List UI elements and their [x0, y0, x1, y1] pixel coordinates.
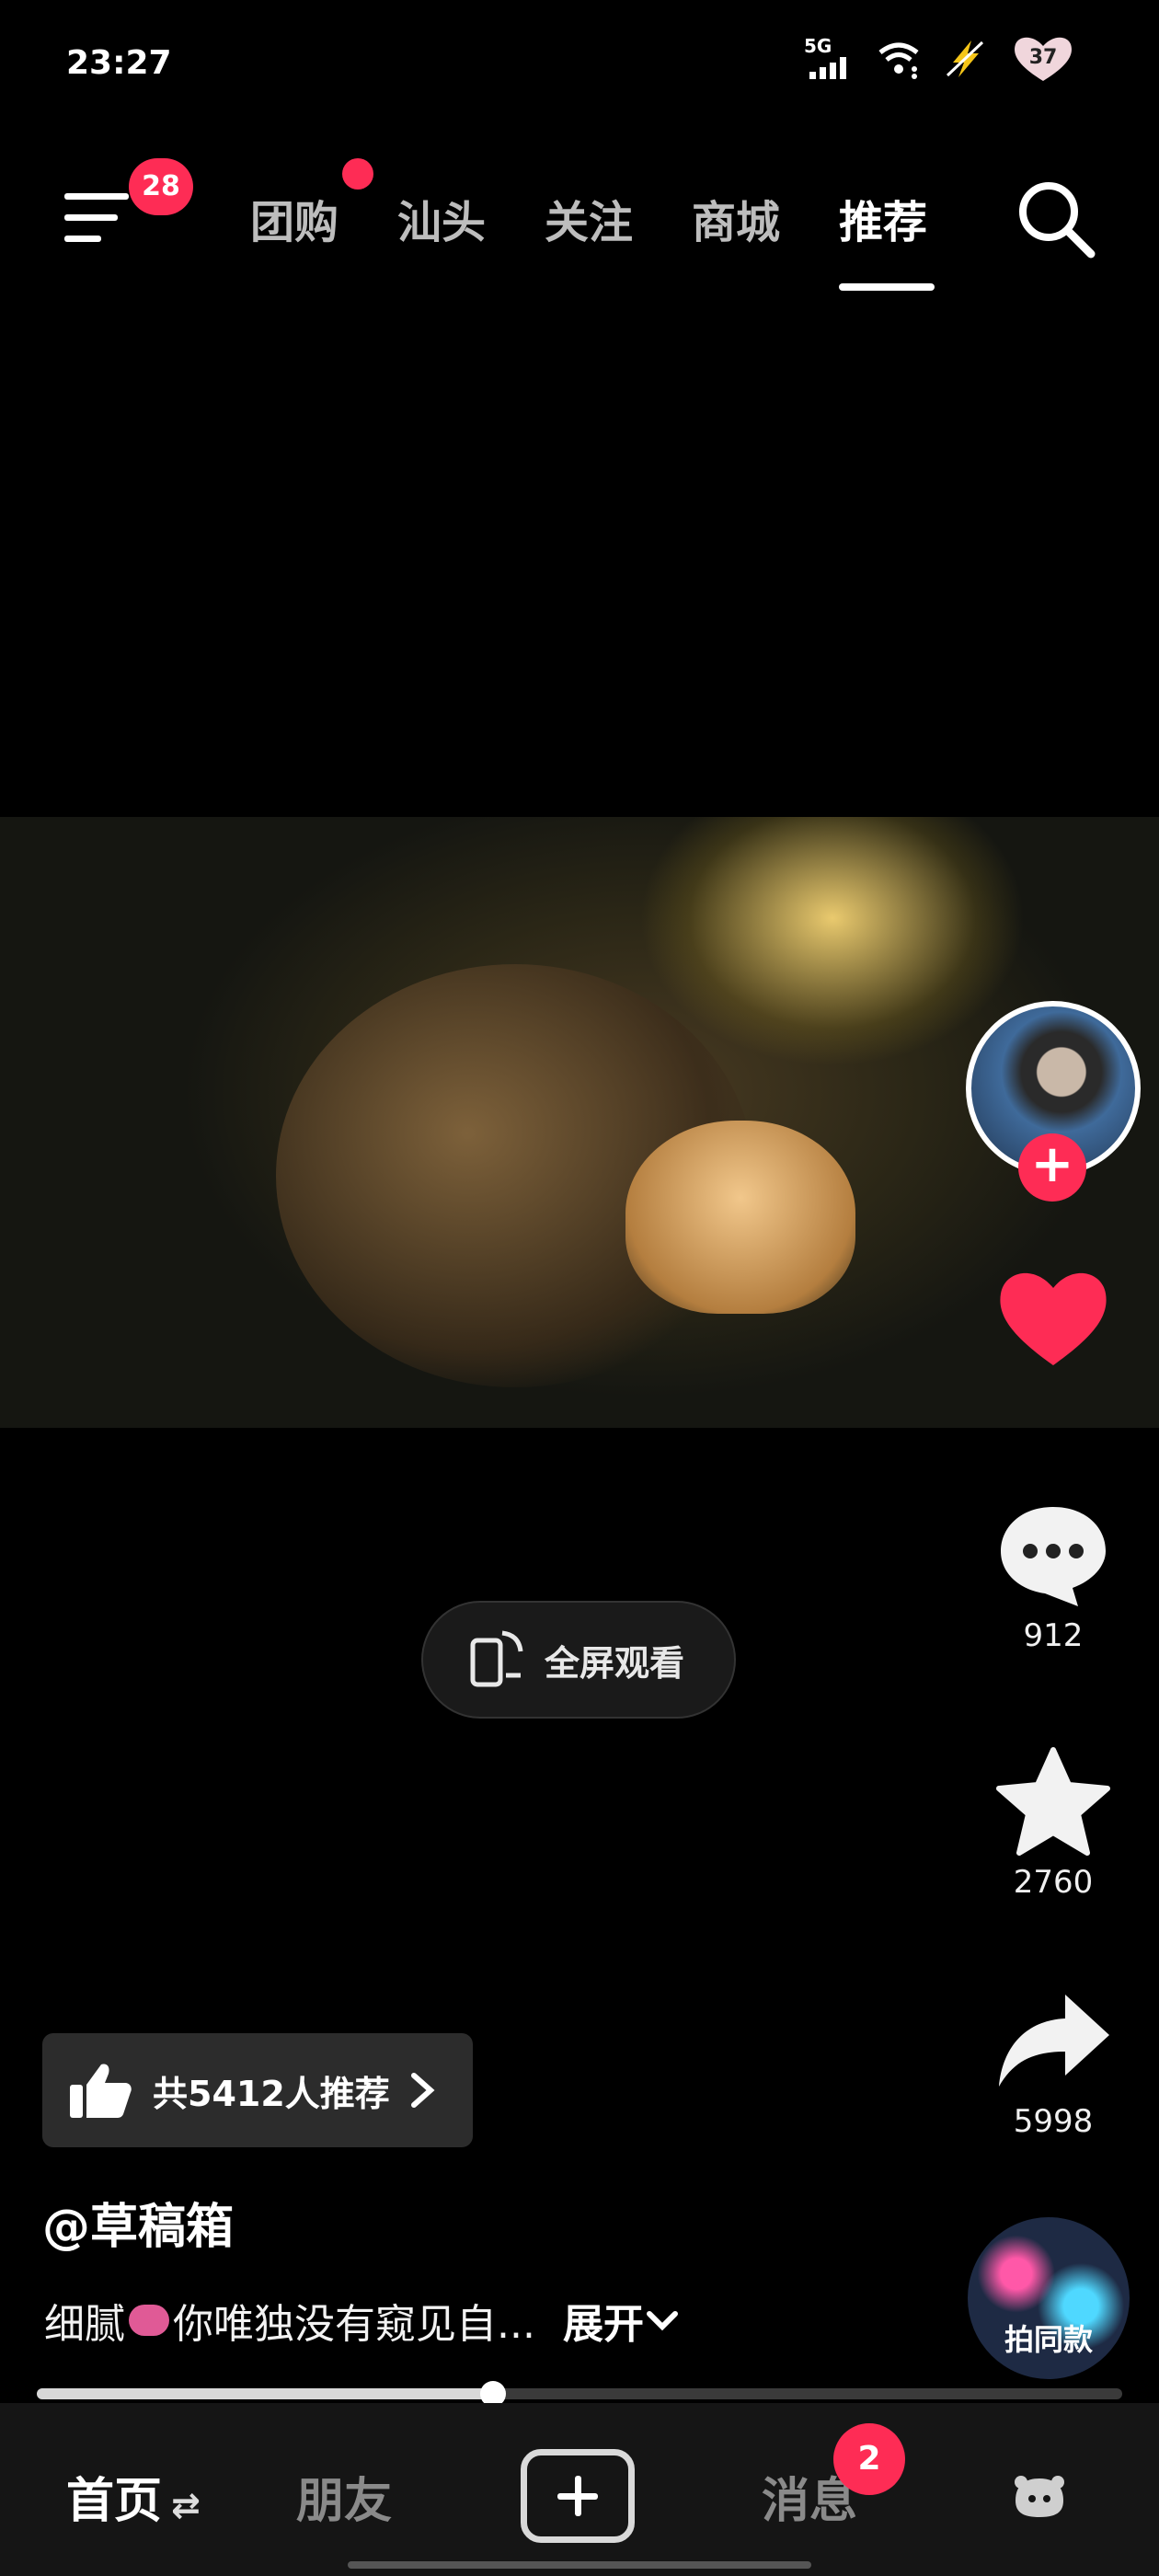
menu-button[interactable] — [63, 186, 136, 250]
recommend-banner[interactable]: 共5412人推荐 — [42, 2033, 473, 2147]
swap-arrows-icon: ⇄ — [171, 2485, 201, 2525]
search-icon — [1019, 182, 1096, 259]
battery-level: 37 — [1028, 46, 1058, 69]
profile-avatar-icon[interactable] — [1010, 2473, 1069, 2521]
active-tab-indicator — [839, 283, 935, 291]
progress-fill — [37, 2388, 493, 2399]
chevron-right-icon — [410, 2073, 435, 2108]
description-text-start: 细腻 — [44, 2301, 125, 2348]
hamburger-menu-icon — [64, 193, 129, 242]
description-text-end: 你唯独没有窥见自... — [173, 2301, 535, 2348]
search-button[interactable] — [1010, 173, 1102, 265]
video-description[interactable]: 细腻 你唯独没有窥见自... 展开 — [44, 2291, 681, 2350]
tab-group-buy-dot — [342, 158, 373, 190]
favorite-count: 2760 — [1013, 1864, 1094, 1901]
menu-notification-badge: 28 — [129, 158, 193, 215]
chevron-down-icon — [646, 2311, 678, 2331]
share-icon — [999, 1995, 1109, 2087]
network-type: 5G — [804, 35, 832, 57]
tab-mall[interactable]: 商城 — [692, 186, 780, 250]
share-count: 5998 — [1013, 2103, 1094, 2140]
status-time: 23:27 — [66, 44, 172, 82]
tab-home-label: 首页 — [66, 2474, 163, 2529]
home-indicator[interactable] — [348, 2561, 811, 2569]
charging-icon — [946, 40, 984, 77]
remix-button[interactable]: 拍同款 — [968, 2217, 1130, 2379]
follow-button[interactable]: + — [1018, 1133, 1086, 1202]
status-bar: 23:27 5G 37 — [0, 0, 1159, 129]
expand-label[interactable]: 展开 — [563, 2291, 644, 2350]
cellular-signal-icon: 5G — [800, 33, 852, 85]
recommend-count: 共5412人推荐 — [153, 2073, 390, 2114]
like-button[interactable] — [984, 1262, 1122, 1376]
wifi-icon — [878, 42, 919, 79]
favorite-button[interactable]: 2760 — [984, 1746, 1122, 1901]
comment-button[interactable]: 912 — [984, 1500, 1122, 1654]
tab-following[interactable]: 关注 — [545, 186, 633, 250]
pink-heart-emoji-icon — [129, 2305, 169, 2336]
messages-badge: 2 — [833, 2423, 905, 2495]
remix-label: 拍同款 — [1004, 2322, 1093, 2357]
tab-home[interactable]: 首页 ⇄ — [66, 2462, 201, 2531]
status-icons: 5G 37 — [800, 33, 1076, 85]
tab-shantou[interactable]: 汕头 — [397, 186, 486, 250]
comment-count: 912 — [1023, 1617, 1084, 1654]
thumbs-up-icon — [70, 2064, 132, 2118]
star-icon — [996, 1747, 1110, 1856]
comment-icon — [1001, 1507, 1106, 1606]
tab-friends[interactable]: 朋友 — [296, 2462, 392, 2531]
top-navigation: 28 团购 汕头 关注 商城 推荐 — [0, 138, 1159, 294]
video-hand — [625, 1121, 855, 1314]
author-name[interactable]: @草稿箱 — [42, 2188, 234, 2257]
battery-icon: 37 — [1010, 33, 1076, 85]
create-button[interactable] — [521, 2449, 635, 2543]
video-progress-bar[interactable] — [37, 2381, 1122, 2407]
share-button[interactable]: 5998 — [984, 1985, 1122, 2140]
tab-group-buy[interactable]: 团购 — [250, 186, 339, 250]
heart-icon — [1000, 1272, 1107, 1365]
rotate-phone-icon — [470, 1630, 523, 1687]
fullscreen-label: 全屏观看 — [545, 1642, 685, 1684]
fullscreen-button[interactable]: 全屏观看 — [421, 1601, 736, 1719]
bottom-tab-bar: 首页 ⇄ 朋友 消息 2 — [0, 2403, 1159, 2576]
tab-recommended[interactable]: 推荐 — [839, 186, 927, 250]
